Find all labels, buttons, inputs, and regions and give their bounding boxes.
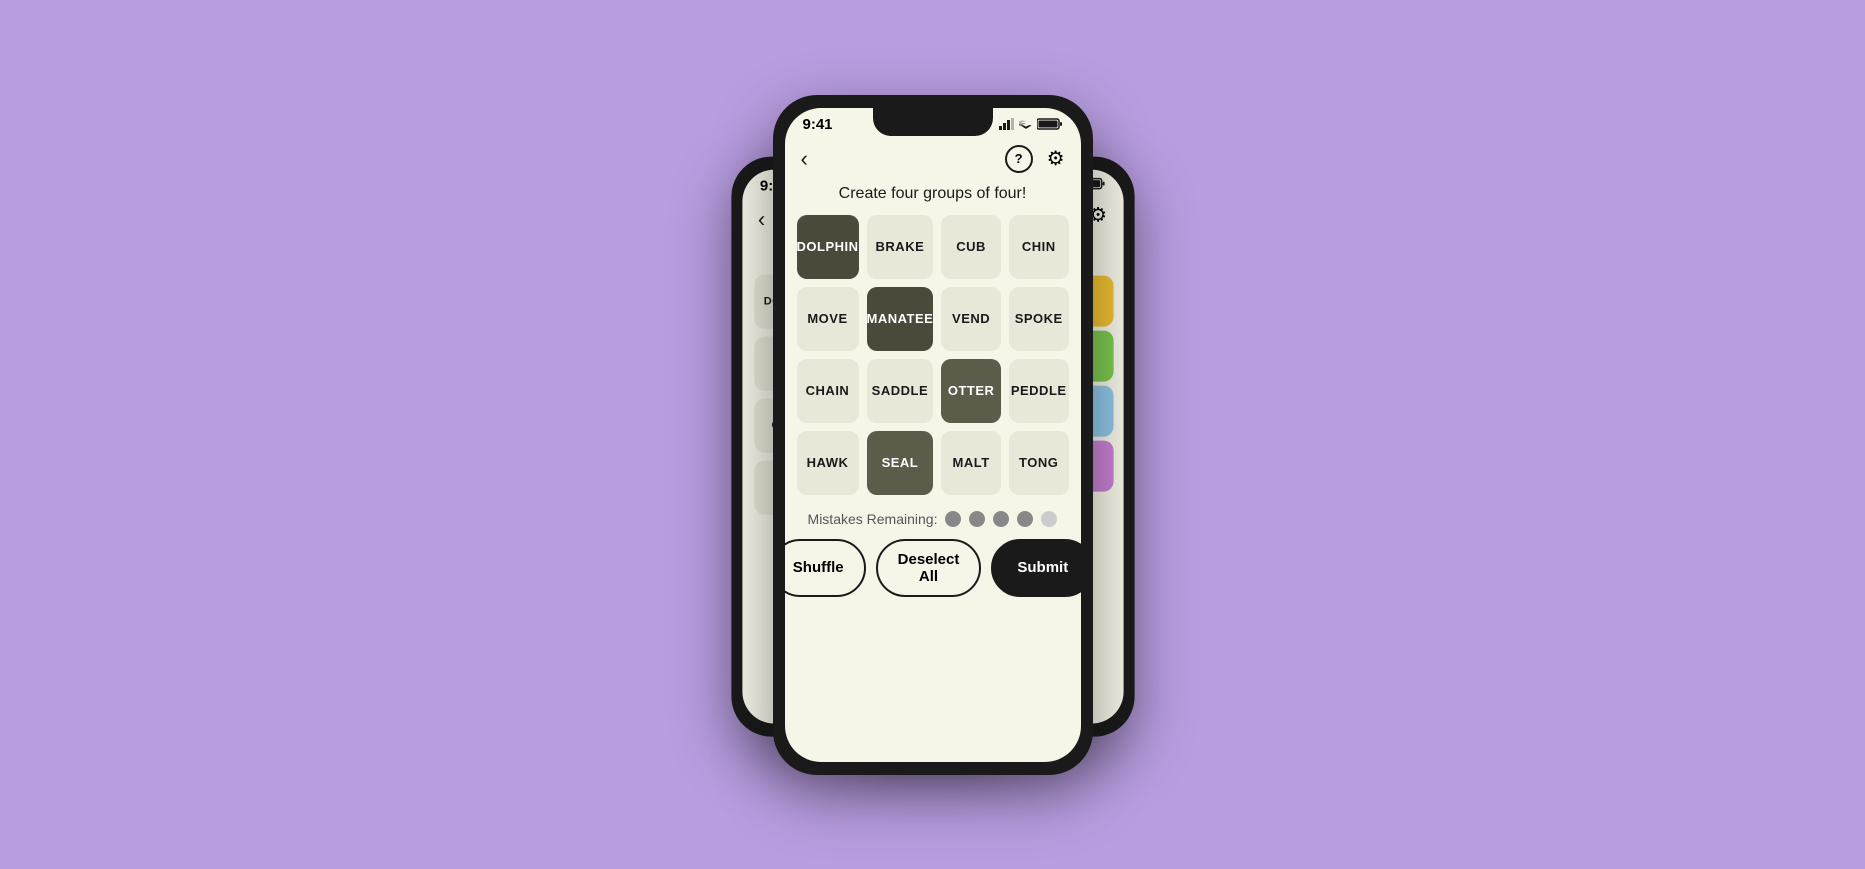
nav-bar-center: ‹ ? ⚙: [785, 137, 1081, 181]
game-title-center: Create four groups of four!: [785, 181, 1081, 215]
status-time-center: 9:41: [803, 116, 833, 133]
bottom-buttons: Shuffle Deselect All Submit: [785, 539, 1081, 613]
tile-peddle-center[interactable]: PEDDLE: [1009, 359, 1069, 423]
back-button-left[interactable]: ‹: [758, 206, 765, 232]
tile-saddle-center[interactable]: SADDLE: [867, 359, 934, 423]
battery-icon-center: [1037, 118, 1063, 130]
back-button-center[interactable]: ‹: [801, 146, 808, 172]
dot-4: [1017, 511, 1033, 527]
dot-3: [993, 511, 1009, 527]
tile-hawk-center[interactable]: HAWK: [797, 431, 859, 495]
submit-button[interactable]: Submit: [991, 539, 1080, 597]
status-icons-center: [999, 118, 1063, 130]
tile-seal-center[interactable]: SEAL: [867, 431, 934, 495]
wifi-icon-center: [1019, 118, 1033, 130]
tile-dolphin-center[interactable]: DOLPHIN: [797, 215, 859, 279]
tile-otter-center[interactable]: OTTER: [941, 359, 1001, 423]
tile-malt-center[interactable]: MALT: [941, 431, 1001, 495]
tile-chain-center[interactable]: CHAIN: [797, 359, 859, 423]
tile-chin-center[interactable]: CHIN: [1009, 215, 1069, 279]
shuffle-button[interactable]: Shuffle: [785, 539, 866, 597]
signal-icon-center: [999, 118, 1015, 130]
tile-vend-center[interactable]: VEND: [941, 287, 1001, 351]
deselect-button[interactable]: Deselect All: [876, 539, 982, 597]
dot-1: [945, 511, 961, 527]
dot-5: [1041, 511, 1057, 527]
center-phone: 9:41: [773, 95, 1093, 775]
tile-manatee-center[interactable]: MANATEE: [867, 287, 934, 351]
settings-button-center[interactable]: ⚙: [1047, 146, 1065, 171]
tile-brake-center[interactable]: BRAKE: [867, 215, 934, 279]
center-phone-screen: 9:41: [785, 108, 1081, 762]
tile-move-center[interactable]: MOVE: [797, 287, 859, 351]
mistakes-row: Mistakes Remaining:: [785, 495, 1081, 539]
mistakes-label: Mistakes Remaining:: [808, 511, 938, 527]
tile-spoke-center[interactable]: SPOKE: [1009, 287, 1069, 351]
dot-2: [969, 511, 985, 527]
word-grid-center: DOLPHINBRAKECUBCHIN MOVEMANATEEVENDSPOKE C…: [785, 215, 1081, 495]
tile-cub-center[interactable]: CUB: [941, 215, 1001, 279]
notch-center: [873, 108, 993, 136]
nav-icons-center: ? ⚙: [1005, 145, 1065, 173]
help-button-center[interactable]: ?: [1005, 145, 1033, 173]
tile-tong-center[interactable]: TONG: [1009, 431, 1069, 495]
